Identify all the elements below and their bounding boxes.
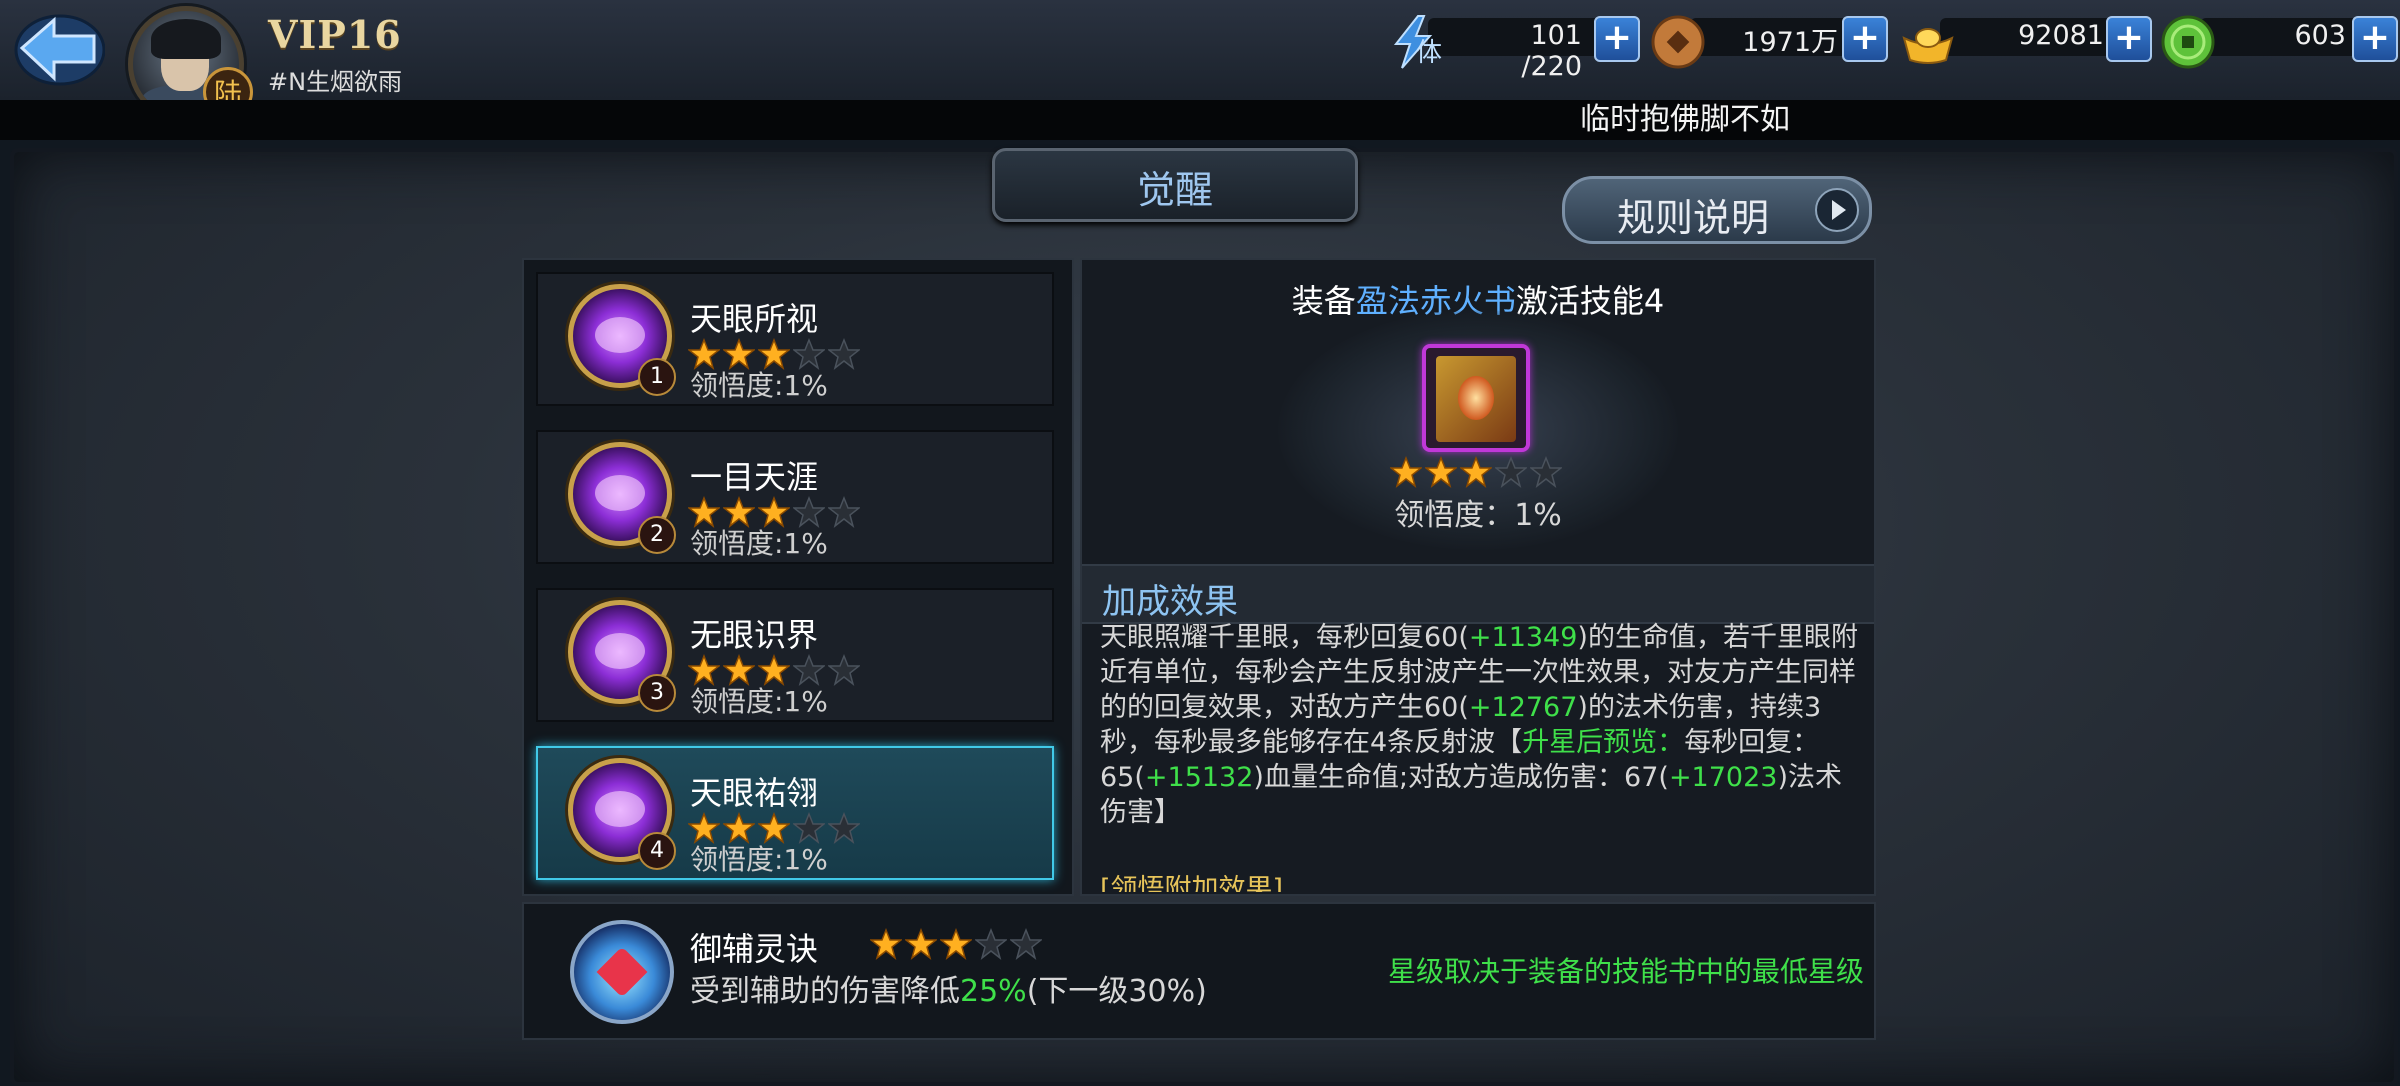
rules-button-label: 规则说明: [1617, 196, 1770, 240]
star-filled-icon: [1460, 456, 1492, 488]
jade-resource: 603 +: [2160, 14, 2398, 70]
page-title: 觉醒: [1136, 168, 1213, 212]
book-star-rating: [1390, 456, 1565, 488]
title-plate: 觉醒: [992, 148, 1358, 222]
bonus-description: 天眼照耀千里眼，每秒回复60(+11349)的生命值，若千里眼附近有单位，每秒会…: [1100, 622, 1858, 828]
star-filled-icon: [905, 928, 937, 960]
star-empty-icon: [828, 654, 860, 686]
skill-item-3[interactable]: 3 无眼识界 领悟度:1%: [536, 588, 1054, 722]
skill-index-badge: 3: [638, 674, 676, 712]
player-name: #N生烟欲雨: [268, 68, 403, 96]
top-bar: 陆 VIP16 #N生烟欲雨 体 101 /220 + 1971万 + 9208…: [0, 0, 2400, 122]
skill-list: 1 天眼所视 领悟度:1% 2 一目天涯 领悟度:1% 3 无眼识界 领悟度:1…: [522, 258, 1074, 896]
copper-coin-icon: [1651, 15, 1705, 69]
add-copper-button[interactable]: +: [1842, 16, 1888, 62]
skill-item-2[interactable]: 2 一目天涯 领悟度:1%: [536, 430, 1054, 564]
jade-coin-icon: [2161, 15, 2215, 69]
comprehension-bonus-header: [领悟附加效果]: [1100, 874, 1284, 892]
copper-value: 1971万: [1742, 27, 1838, 58]
skill-book-icon: [1436, 356, 1516, 442]
aux-skill-name: 御辅灵诀: [690, 930, 819, 968]
skill-index-badge: 4: [638, 832, 676, 870]
star-empty-icon: [828, 338, 860, 370]
star-filled-icon: [1390, 456, 1422, 488]
skill-name: 天眼祐翎: [690, 774, 819, 812]
aux-skill-panel: 御辅灵诀 受到辅助的伤害降低25%(下一级30%) 星级取决于装备的技能书中的最…: [522, 902, 1876, 1040]
star-filled-icon: [940, 928, 972, 960]
skill-comprehension: 领悟度:1%: [690, 685, 828, 718]
star-empty-icon: [1495, 456, 1527, 488]
aux-skill-description: 受到辅助的伤害降低25%(下一级30%): [690, 974, 1207, 1009]
star-filled-icon: [1425, 456, 1457, 488]
skill-book-slot[interactable]: [1422, 344, 1530, 452]
gold-value: 92081: [2018, 20, 2104, 51]
book-comprehension: 领悟度：1%: [1394, 498, 1562, 533]
rules-button[interactable]: 规则说明: [1562, 176, 1872, 244]
gold-ingot-icon: [1902, 28, 1954, 64]
star-empty-icon: [975, 928, 1007, 960]
jade-value: 603: [2294, 20, 2346, 51]
skill-comprehension: 领悟度:1%: [690, 369, 828, 402]
bonus-effect-header: 加成效果: [1082, 564, 1874, 624]
skill-comprehension: 领悟度:1%: [690, 527, 828, 560]
skill-name: 天眼所视: [690, 300, 819, 338]
add-jade-button[interactable]: +: [2352, 16, 2398, 62]
star-level-note: 星级取决于装备的技能书中的最低星级: [1387, 955, 1864, 988]
star-filled-icon: [870, 928, 902, 960]
banner-text: 临时抱佛脚不如: [1580, 102, 1790, 137]
skill-comprehension: 领悟度:1%: [690, 843, 828, 876]
back-arrow-icon[interactable]: [10, 8, 105, 88]
star-empty-icon: [828, 496, 860, 528]
star-empty-icon: [828, 812, 860, 844]
scrolling-banner: 临时抱佛脚不如: [0, 100, 2400, 140]
heart-shield-icon: [570, 920, 674, 1024]
skill-index-badge: 1: [638, 358, 676, 396]
gold-resource: 92081 +: [1900, 14, 2152, 70]
stamina-label: 体: [1416, 38, 1443, 68]
add-stamina-button[interactable]: +: [1594, 16, 1640, 62]
star-empty-icon: [1530, 456, 1562, 488]
skill-item-4[interactable]: 4 天眼祐翎 领悟度:1%: [536, 746, 1054, 880]
vip-level: VIP16: [268, 12, 402, 57]
skill-index-badge: 2: [638, 516, 676, 554]
skill-item-1[interactable]: 1 天眼所视 领悟度:1%: [536, 272, 1054, 406]
skill-name: 无眼识界: [690, 616, 819, 654]
stamina-value: 101 /220: [1521, 20, 1582, 82]
star-empty-icon: [1010, 928, 1042, 960]
stamina-resource: 体 101 /220 +: [1388, 14, 1640, 82]
add-gold-button[interactable]: +: [2106, 16, 2152, 62]
copper-resource: 1971万 +: [1650, 14, 1888, 70]
skill-name: 一目天涯: [690, 458, 819, 496]
aux-star-rating: [870, 928, 1045, 960]
play-arrow-icon: [1815, 188, 1859, 232]
skill-detail-panel: 装备盈法赤火书激活技能4 领悟度：1% 加成效果 天眼照耀千里眼，每秒回复60(…: [1080, 258, 1876, 896]
